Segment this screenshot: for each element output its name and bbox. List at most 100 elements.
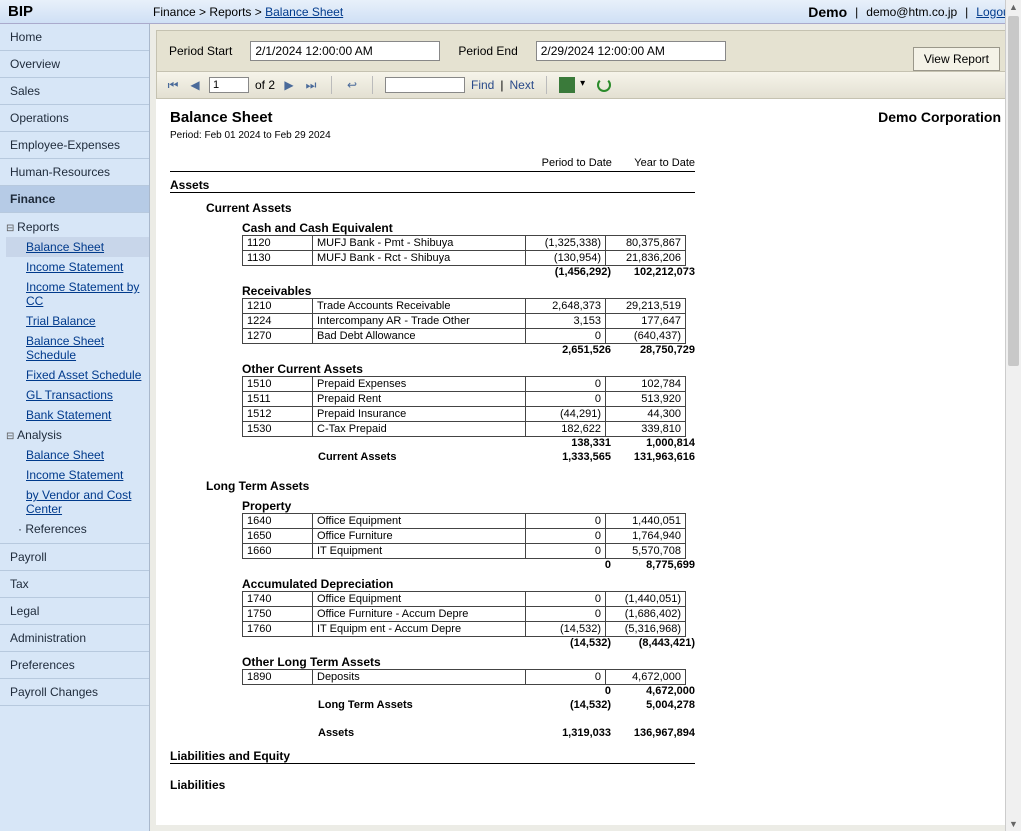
scroll-down-icon[interactable]: ▼	[1006, 817, 1021, 831]
sidebar-item-operations[interactable]: Operations	[0, 105, 149, 132]
report-params: Period Start Period End View Report	[156, 30, 1015, 72]
scroll-thumb[interactable]	[1008, 16, 1019, 366]
table-row: 1530C-Tax Prepaid182,622339,810	[243, 422, 686, 437]
refresh-icon[interactable]	[597, 78, 611, 92]
section-assets: Assets	[170, 178, 695, 193]
tree-node-analysis[interactable]: Analysis	[6, 425, 149, 445]
section-liabilities-equity: Liabilities and Equity	[170, 749, 695, 764]
table-row: 1224Intercompany AR - Trade Other3,15317…	[243, 314, 686, 329]
column-headers: Period to Date Year to Date	[170, 157, 695, 172]
table-property: 1640Office Equipment01,440,0511650Office…	[242, 513, 686, 559]
period-end-input[interactable]	[536, 41, 726, 61]
table-row: 1270Bad Debt Allowance0(640,437)	[243, 329, 686, 344]
sidebar-item-sales[interactable]: Sales	[0, 78, 149, 105]
subtotal-property: 08,775,699	[242, 559, 695, 571]
sidebar-item-employee-expenses[interactable]: Employee-Expenses	[0, 132, 149, 159]
tree-leaf-fixed-asset-schedule[interactable]: Fixed Asset Schedule	[6, 365, 149, 385]
search-input[interactable]	[385, 77, 465, 93]
first-page-icon[interactable]: ⏮	[165, 77, 181, 93]
table-row: 1890Deposits04,672,000	[243, 670, 686, 685]
subtotal-receivables: 2,651,52628,750,729	[242, 344, 695, 356]
sidebar-item-preferences[interactable]: Preferences	[0, 652, 149, 679]
table-row: 1510Prepaid Expenses0102,784	[243, 377, 686, 392]
table-row: 1740Office Equipment0(1,440,051)	[243, 592, 686, 607]
app-logo: BIP	[8, 3, 33, 20]
last-page-icon[interactable]: ⏭	[303, 77, 319, 93]
period-start-label: Period Start	[169, 44, 232, 58]
sidebar-item-home[interactable]: Home	[0, 24, 149, 51]
table-row: 1650Office Furniture01,764,940	[243, 529, 686, 544]
col-ytd: Year to Date	[615, 157, 695, 171]
top-bar: BIP Finance > Reports > Balance Sheet De…	[0, 0, 1021, 24]
view-report-button[interactable]: View Report	[913, 47, 1000, 71]
sidebar-item-finance[interactable]: Finance	[0, 186, 149, 213]
category-cash: Cash and Cash Equivalent	[242, 221, 1001, 235]
breadcrumb-balance-sheet[interactable]: Balance Sheet	[265, 5, 343, 19]
page-number-input[interactable]	[209, 77, 249, 93]
table-row: 1660IT Equipment05,570,708	[243, 544, 686, 559]
sidebar-item-human-resources[interactable]: Human-Resources	[0, 159, 149, 186]
breadcrumb-reports[interactable]: Reports	[209, 5, 251, 19]
tree-leaf-trial-balance[interactable]: Trial Balance	[6, 311, 149, 331]
report-toolbar: ⏮ ◀ of 2 ▶ ⏭ ↩ Find | Next	[156, 72, 1015, 99]
tree-leaf-balance-sheet[interactable]: Balance Sheet	[6, 237, 149, 257]
page-of-label: of 2	[255, 78, 275, 92]
subsection-long-term-assets: Long Term Assets	[206, 479, 1001, 493]
content-area: Period Start Period End View Report ⏮ ◀ …	[150, 24, 1021, 831]
sidebar-item-payroll[interactable]: Payroll	[0, 544, 149, 571]
category-property: Property	[242, 499, 1001, 513]
tree-leaf-income-statement-cc[interactable]: Income Statement by CC	[6, 277, 149, 311]
sidebar-item-administration[interactable]: Administration	[0, 625, 149, 652]
export-icon[interactable]	[559, 77, 575, 93]
period-start-input[interactable]	[250, 41, 440, 61]
tree-leaf-income-statement[interactable]: Income Statement	[6, 257, 149, 277]
subsection-current-assets: Current Assets	[206, 201, 1001, 215]
subtotal-cash: (1,456,292)102,212,073	[242, 266, 695, 278]
sidebar-item-tax[interactable]: Tax	[0, 571, 149, 598]
section-liabilities: Liabilities	[170, 778, 695, 792]
sidebar-tree: Reports Balance Sheet Income Statement I…	[0, 213, 149, 544]
table-row: 1210Trade Accounts Receivable2,648,37329…	[243, 299, 686, 314]
period-end-label: Period End	[458, 44, 517, 58]
table-row: 1512Prepaid Insurance(44,291)44,300	[243, 407, 686, 422]
table-row: 1120MUFJ Bank - Pmt - Shibuya(1,325,338)…	[243, 236, 686, 251]
company-name: Demo Corporation	[878, 109, 1001, 125]
table-cash: 1120MUFJ Bank - Pmt - Shibuya(1,325,338)…	[242, 235, 686, 266]
breadcrumb-finance[interactable]: Finance	[153, 5, 196, 19]
vertical-scrollbar[interactable]: ▲ ▼	[1005, 0, 1021, 831]
total-current-assets: Current Assets1,333,565131,963,616	[242, 451, 695, 463]
tenant-name: Demo	[808, 4, 847, 20]
sidebar-item-payroll-changes[interactable]: Payroll Changes	[0, 679, 149, 706]
report-period: Period: Feb 01 2024 to Feb 29 2024	[170, 130, 1001, 141]
table-row: 1130MUFJ Bank - Rct - Shibuya(130,954)21…	[243, 251, 686, 266]
next-link[interactable]: Next	[509, 78, 534, 92]
back-icon[interactable]: ↩	[344, 77, 360, 93]
tree-leaf-analysis-vendor-cc[interactable]: by Vendor and Cost Center	[6, 485, 149, 519]
scroll-up-icon[interactable]: ▲	[1006, 0, 1021, 14]
sidebar-item-legal[interactable]: Legal	[0, 598, 149, 625]
find-link[interactable]: Find	[471, 78, 494, 92]
report-title: Balance Sheet	[170, 109, 273, 126]
category-receivables: Receivables	[242, 284, 1001, 298]
tree-leaf-gl-transactions[interactable]: GL Transactions	[6, 385, 149, 405]
table-row: 1750Office Furniture - Accum Depre0(1,68…	[243, 607, 686, 622]
tree-node-reports[interactable]: Reports	[6, 217, 149, 237]
tree-leaf-analysis-balance-sheet[interactable]: Balance Sheet	[6, 445, 149, 465]
table-row: 1760IT Equipm ent - Accum Depre(14,532)(…	[243, 622, 686, 637]
tree-leaf-balance-sheet-schedule[interactable]: Balance Sheet Schedule	[6, 331, 149, 365]
subtotal-acdep: (14,532)(8,443,421)	[242, 637, 695, 649]
tree-leaf-analysis-income-statement[interactable]: Income Statement	[6, 465, 149, 485]
subtotal-olta: 04,672,000	[242, 685, 695, 697]
next-page-icon[interactable]: ▶	[281, 77, 297, 93]
category-other-lta: Other Long Term Assets	[242, 655, 1001, 669]
total-long-term-assets: Long Term Assets(14,532)5,004,278	[242, 699, 695, 711]
subtotal-oca: 138,3311,000,814	[242, 437, 695, 449]
table-row: 1640Office Equipment01,440,051	[243, 514, 686, 529]
sidebar-item-overview[interactable]: Overview	[0, 51, 149, 78]
breadcrumb: Finance > Reports > Balance Sheet	[153, 5, 808, 19]
table-receivables: 1210Trade Accounts Receivable2,648,37329…	[242, 298, 686, 344]
tree-leaf-bank-statement[interactable]: Bank Statement	[6, 405, 149, 425]
prev-page-icon[interactable]: ◀	[187, 77, 203, 93]
total-assets: Assets1,319,033136,967,894	[242, 727, 695, 739]
tree-leaf-references[interactable]: · References	[6, 519, 149, 539]
